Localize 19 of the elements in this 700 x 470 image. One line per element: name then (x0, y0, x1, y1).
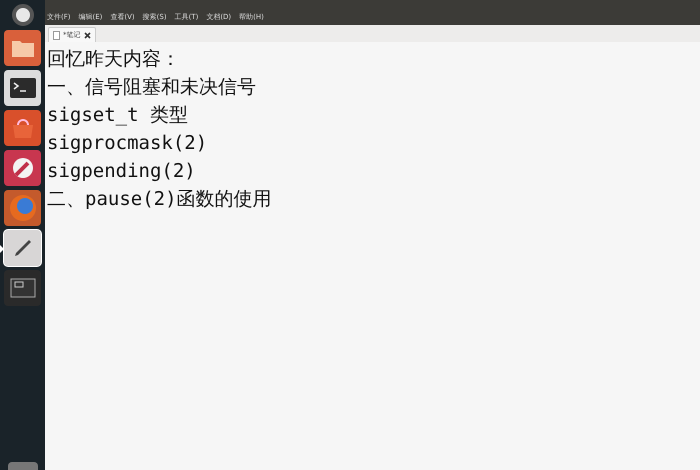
launcher-item[interactable] (4, 150, 41, 186)
workspaces-icon (10, 278, 36, 298)
close-icon[interactable] (84, 32, 90, 38)
text-line: sigset_t 类型 (47, 103, 189, 128)
text-line: 一、信号阻塞和未决信号 (47, 75, 257, 100)
launcher-item[interactable] (4, 70, 41, 106)
launcher-item[interactable] (4, 270, 41, 306)
trash-icon[interactable] (8, 462, 38, 470)
text-line: 回忆昨天内容： (47, 47, 181, 72)
terminal-icon (10, 78, 36, 98)
globe-icon (8, 194, 36, 222)
launcher-item[interactable] (4, 230, 41, 266)
document-icon (53, 30, 60, 40)
text-line: sigprocmask(2) (47, 131, 208, 156)
text-line: 二、pause(2)函数的使用 (47, 187, 273, 212)
shopping-bag-icon (10, 117, 34, 139)
text-editor[interactable]: 回忆昨天内容： 一、信号阻塞和未决信号 sigset_t 类型 sigprocmask(2) sigpending(2) 二、pause(2)函数的使用 (45, 42, 700, 470)
folder-icon (10, 38, 34, 58)
text-line: sigpending(2) (47, 159, 197, 184)
